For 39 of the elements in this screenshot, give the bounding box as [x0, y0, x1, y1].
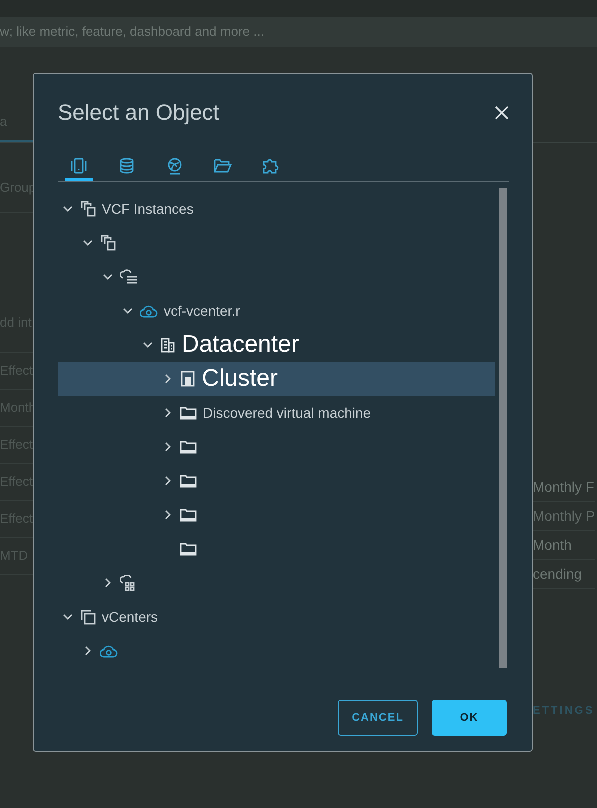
- tree-label: vcf-vcenter.r: [164, 302, 240, 320]
- folder-icon: [180, 508, 197, 522]
- puzzle-icon: [262, 156, 280, 174]
- devices-icon: [70, 156, 88, 174]
- tree-row[interactable]: Datacenter: [58, 328, 495, 362]
- folder-icon: [180, 440, 197, 454]
- tree-row[interactable]: Cluster: [58, 362, 495, 396]
- folder-icon: [214, 156, 232, 174]
- tree-row[interactable]: Discovered virtual machine: [58, 396, 495, 430]
- globe-icon: [166, 156, 184, 174]
- dialog-title: Select an Object: [58, 99, 220, 127]
- tree-label: Datacenter: [182, 333, 300, 357]
- folder-icon: [180, 542, 197, 556]
- folder-icon: [180, 406, 197, 420]
- close-icon[interactable]: [495, 106, 509, 120]
- stacked-windows-icon: [80, 609, 96, 625]
- database-icon: [118, 156, 136, 174]
- tree-label: Discovered virtual machine: [203, 404, 372, 422]
- scrollbar[interactable]: [499, 188, 507, 668]
- table-text: Monthly F: [533, 478, 594, 497]
- tree-label: VCF Instances: [102, 200, 194, 218]
- folder-icon: [180, 474, 197, 488]
- cancel-button[interactable]: CANCEL: [338, 700, 418, 736]
- table-text: Month: [533, 536, 572, 554]
- building-icon: [160, 337, 176, 353]
- table-text: cending: [533, 564, 582, 584]
- tree-row[interactable]: vcf-vcenter.r: [58, 294, 495, 328]
- stacked-windows-icon: [100, 235, 116, 251]
- cloud-icon: [140, 303, 158, 319]
- cloud-icon: [100, 643, 118, 659]
- cloud-server-icon: [120, 269, 138, 285]
- tree-label: vCenters: [102, 608, 158, 626]
- ok-button[interactable]: OK: [432, 700, 507, 736]
- table-text: Monthly P: [533, 506, 596, 526]
- tree-label: Cluster: [202, 367, 278, 391]
- server-icon: [180, 371, 196, 387]
- tree-row[interactable]: VCF Instances: [58, 192, 495, 226]
- tree-row[interactable]: vCenters: [58, 600, 495, 634]
- stacked-windows-icon: [80, 201, 96, 217]
